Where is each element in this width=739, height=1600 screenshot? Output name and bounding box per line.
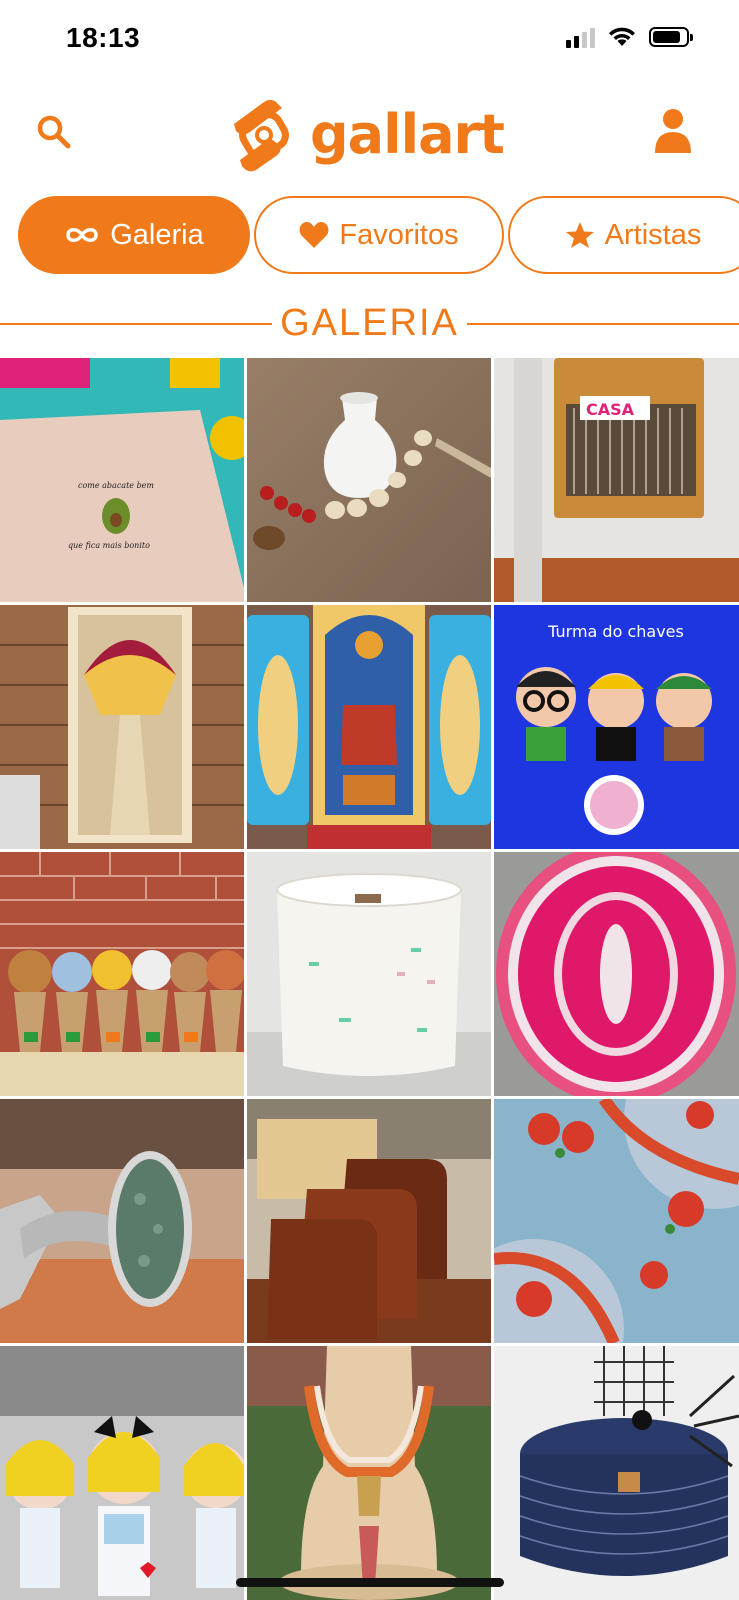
- towel-caption-top: come abacate bem: [78, 481, 154, 490]
- tab-favoritos-label: Favoritos: [339, 218, 459, 251]
- status-time: 18:13: [66, 22, 141, 53]
- profile-button[interactable]: [653, 107, 693, 155]
- section-header: GALERIA: [0, 300, 739, 346]
- magazine-title: CASA: [586, 400, 635, 419]
- gallery-item-necklace[interactable]: [247, 1346, 491, 1600]
- towel-caption-bottom: que fica mais bonito: [68, 541, 150, 550]
- tab-galeria-label: Galeria: [110, 218, 204, 251]
- tab-favoritos[interactable]: Favoritos: [254, 196, 504, 274]
- gallery-item-macrame[interactable]: [0, 605, 244, 849]
- chaves-caption: Turma do chaves: [547, 622, 684, 641]
- logo-mark-icon: [234, 99, 289, 172]
- gallery-item-pink-rug[interactable]: [494, 852, 739, 1096]
- tab-galeria[interactable]: Galeria: [18, 196, 250, 274]
- status-icons: [566, 26, 693, 48]
- gallery-item-organizer[interactable]: CASA: [494, 358, 739, 602]
- gallery-item-navy-basket[interactable]: [494, 1346, 739, 1600]
- gallery-item-stone-ring[interactable]: [0, 1099, 244, 1343]
- gallery-item-oratory[interactable]: [247, 605, 491, 849]
- logo-text: gallart: [310, 102, 505, 166]
- gallery-item-safari-favors[interactable]: [0, 852, 244, 1096]
- battery-level: [653, 31, 680, 43]
- wifi-icon: [609, 27, 635, 46]
- app-logo: gallart: [220, 94, 505, 174]
- heart-icon: [299, 222, 329, 248]
- search-icon: [37, 115, 71, 149]
- battery-icon: [649, 27, 693, 47]
- gallery-item-doily[interactable]: [494, 1099, 739, 1343]
- tab-bar: Galeria Favoritos Artistas: [18, 196, 739, 276]
- star-icon: [565, 222, 594, 248]
- infinity-icon: [66, 228, 99, 242]
- cellular-signal-icon: [566, 26, 595, 48]
- user-icon: [655, 109, 691, 153]
- status-bar: 18:13: [0, 0, 739, 80]
- tab-artistas-label: Artistas: [604, 218, 702, 251]
- home-indicator[interactable]: [236, 1578, 504, 1587]
- gallery-item-vase[interactable]: [247, 358, 491, 602]
- gallery-item-alice-dolls[interactable]: [0, 1346, 244, 1600]
- gallery-item-towel[interactable]: come abacate bem que fica mais bonito: [0, 358, 244, 602]
- app-header: gallart: [0, 80, 739, 180]
- gallery-item-rope-basket[interactable]: [247, 852, 491, 1096]
- tab-artistas[interactable]: Artistas: [508, 196, 739, 274]
- search-button[interactable]: [34, 112, 74, 152]
- gallery-item-cutting-boards[interactable]: [247, 1099, 491, 1343]
- section-divider-right: [466, 323, 739, 325]
- gallery-item-chaves[interactable]: Turma do chaves: [494, 605, 739, 849]
